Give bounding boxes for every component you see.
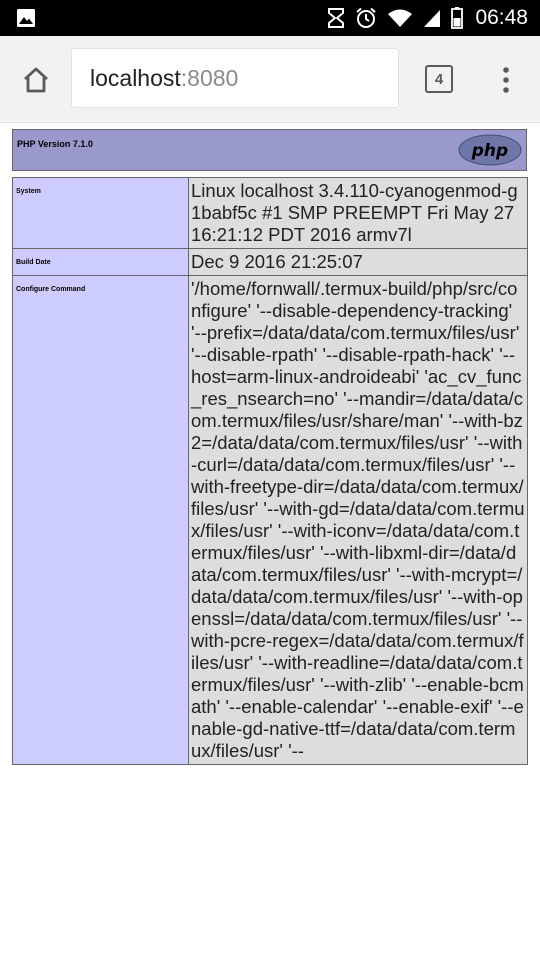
php-logo: php — [458, 134, 522, 166]
tab-switcher-button[interactable]: 4 — [425, 65, 453, 93]
wifi-icon — [387, 8, 413, 28]
data-saver-icon — [327, 7, 345, 29]
php-header: PHP Version 7.1.0 php — [12, 129, 527, 171]
home-button[interactable] — [14, 58, 58, 102]
home-icon — [24, 67, 48, 93]
image-icon — [16, 8, 36, 28]
overflow-menu-button[interactable] — [496, 58, 516, 102]
row-value: '/home/fornwall/.termux-build/php/src/co… — [188, 275, 528, 765]
row-key: Configure Command — [12, 275, 189, 765]
alarm-icon — [355, 7, 377, 29]
table-row: Configure Command '/home/fornwall/.termux… — [12, 275, 528, 765]
row-value: Dec 9 2016 21:25:07 — [188, 248, 528, 276]
row-key: System — [12, 177, 189, 249]
row-value: Linux localhost 3.4.110-cyanogenmod-g1ba… — [188, 177, 528, 249]
row-key: Build Date — [12, 248, 189, 276]
browser-toolbar: localhost:8080 4 — [0, 36, 540, 123]
table-row: Build Date Dec 9 2016 21:25:07 — [12, 248, 528, 276]
status-clock: 06:48 — [475, 6, 528, 29]
url-bar[interactable]: localhost:8080 — [71, 48, 399, 108]
battery-icon — [451, 7, 464, 29]
signal-icon — [423, 8, 441, 28]
status-bar: 06:48 — [0, 0, 540, 36]
table-row: System Linux localhost 3.4.110-cyanogenmo… — [12, 177, 528, 249]
url-port: :8080 — [180, 64, 239, 91]
url-host: localhost — [90, 64, 181, 91]
svg-text:php: php — [471, 141, 508, 161]
web-page-content: PHP Version 7.1.0 php System Linux localh… — [0, 123, 540, 960]
page-title: PHP Version 7.1.0 — [17, 139, 93, 149]
overflow-menu-icon — [503, 67, 509, 93]
phpinfo-table: System Linux localhost 3.4.110-cyanogenmo… — [12, 177, 528, 765]
